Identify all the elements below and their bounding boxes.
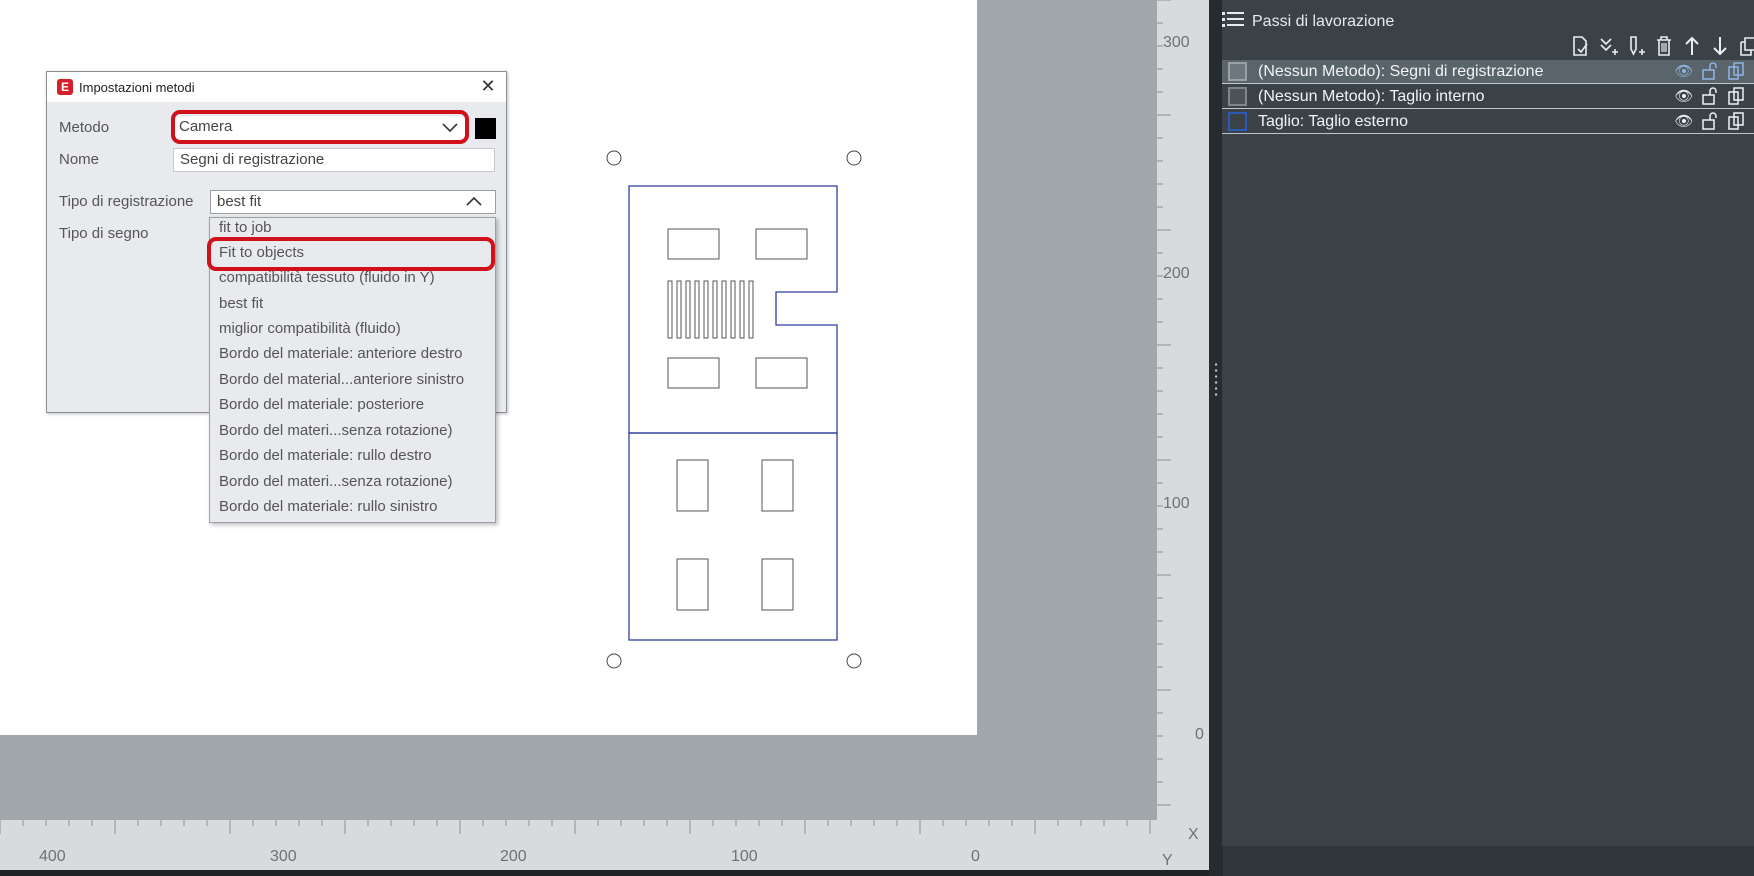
dropdown-option[interactable]: Bordo del materiale: posteriore bbox=[219, 396, 424, 413]
ruler-axis-x: X bbox=[1188, 826, 1199, 843]
step-label: (Nessun Metodo): Taglio interno bbox=[1258, 87, 1485, 105]
ruler-axis-y: Y bbox=[1162, 852, 1173, 869]
unlock-icon[interactable] bbox=[1700, 86, 1720, 107]
step-row-registration-marks[interactable]: (Nessun Metodo): Segni di registrazione … bbox=[1222, 60, 1754, 84]
dropdown-option[interactable]: compatibilità tessuto (fluido in Y) bbox=[219, 269, 435, 286]
step-checkbox[interactable] bbox=[1228, 62, 1247, 81]
layers-icon[interactable] bbox=[1726, 61, 1746, 82]
method-label: Metodo bbox=[59, 119, 110, 136]
dropdown-option[interactable]: fit to job bbox=[219, 219, 272, 236]
step-row-outer-cut[interactable]: Taglio: Taglio esterno 👁 bbox=[1222, 110, 1754, 134]
add-pen-icon[interactable] bbox=[1626, 34, 1646, 58]
dropdown-option[interactable]: Bordo del materiale: rullo destro bbox=[219, 447, 432, 464]
unlock-icon[interactable] bbox=[1700, 61, 1720, 82]
fit-to-objects-highlight bbox=[207, 237, 495, 271]
dropdown-option[interactable]: best fit bbox=[219, 295, 263, 312]
dialog-titlebar[interactable]: E Impostazioni metodi ✕ bbox=[47, 72, 506, 102]
close-icon[interactable]: ✕ bbox=[478, 76, 498, 96]
new-step-icon[interactable] bbox=[1570, 34, 1590, 58]
bottom-strip bbox=[0, 870, 1209, 876]
panel-header: Passi di lavorazione bbox=[1222, 8, 1394, 36]
chevron-up-icon[interactable] bbox=[466, 191, 482, 216]
layers-icon[interactable] bbox=[1726, 86, 1746, 107]
ruler-label-y-200: 200 bbox=[1163, 265, 1190, 282]
dialog-title: Impostazioni metodi bbox=[79, 79, 195, 95]
panel-splitter[interactable] bbox=[1209, 0, 1223, 876]
registration-type-select[interactable]: best fit bbox=[210, 190, 496, 214]
steps-toolbar bbox=[1570, 34, 1754, 58]
ruler-label-x-200: 200 bbox=[500, 848, 527, 865]
ruler-label-x-0: 0 bbox=[971, 848, 980, 865]
ruler-label-x-300: 300 bbox=[270, 848, 297, 865]
ruler-label-y-300: 300 bbox=[1163, 34, 1190, 51]
name-field-value: Segni di registrazione bbox=[180, 151, 325, 168]
eye-icon[interactable]: 👁 bbox=[1674, 112, 1694, 132]
panel-title: Passi di lavorazione bbox=[1252, 13, 1395, 30]
method-select-highlight bbox=[171, 110, 469, 144]
step-checkbox[interactable] bbox=[1228, 87, 1247, 106]
dropdown-option[interactable]: Bordo del materiale: rullo sinistro bbox=[219, 498, 437, 515]
merge-down-icon[interactable] bbox=[1598, 34, 1618, 58]
list-icon bbox=[1222, 10, 1244, 34]
eye-icon[interactable]: 👁 bbox=[1674, 62, 1694, 82]
ruler-label-x-400: 400 bbox=[39, 848, 66, 865]
name-label: Nome bbox=[59, 151, 100, 168]
dropdown-option[interactable]: miglior compatibilità (fluido) bbox=[219, 320, 401, 337]
name-field[interactable]: Segni di registrazione bbox=[173, 148, 495, 172]
dropdown-option[interactable]: Bordo del material...anteriore sinistro bbox=[219, 371, 464, 388]
step-label: (Nessun Metodo): Segni di registrazione bbox=[1258, 62, 1544, 80]
delete-icon[interactable] bbox=[1654, 34, 1674, 58]
splitter-grip-icon[interactable]: ▪ ▪ ▪ ▪ ▪ ▪ bbox=[1211, 361, 1221, 408]
copy-icon[interactable] bbox=[1738, 34, 1754, 58]
color-swatch[interactable] bbox=[475, 118, 496, 139]
unlock-icon[interactable] bbox=[1700, 111, 1720, 132]
registration-type-value: best fit bbox=[217, 193, 262, 210]
step-checkbox[interactable] bbox=[1228, 112, 1247, 131]
step-row-inner-cut[interactable]: (Nessun Metodo): Taglio interno 👁 bbox=[1222, 85, 1754, 109]
ruler-label-x-100: 100 bbox=[731, 848, 758, 865]
horizontal-ruler bbox=[0, 820, 1209, 870]
dropdown-option[interactable]: Bordo del materi...senza rotazione) bbox=[219, 422, 452, 439]
dropdown-option[interactable]: Bordo del materi...senza rotazione) bbox=[219, 473, 452, 490]
ruler-label-y-0: 0 bbox=[1195, 726, 1204, 743]
layers-icon[interactable] bbox=[1726, 111, 1746, 132]
eye-icon[interactable]: 👁 bbox=[1674, 87, 1694, 107]
ruler-label-y-100: 100 bbox=[1163, 495, 1190, 512]
vertical-ruler bbox=[1157, 0, 1209, 820]
move-down-icon[interactable] bbox=[1710, 34, 1730, 58]
app-logo-icon: E bbox=[57, 79, 73, 95]
mark-type-label: Tipo di segno bbox=[59, 225, 149, 242]
registration-type-label: Tipo di registrazione bbox=[59, 193, 194, 210]
step-label: Taglio: Taglio esterno bbox=[1258, 112, 1409, 130]
dropdown-option[interactable]: Bordo del materiale: anteriore destro bbox=[219, 345, 462, 362]
move-up-icon[interactable] bbox=[1682, 34, 1702, 58]
